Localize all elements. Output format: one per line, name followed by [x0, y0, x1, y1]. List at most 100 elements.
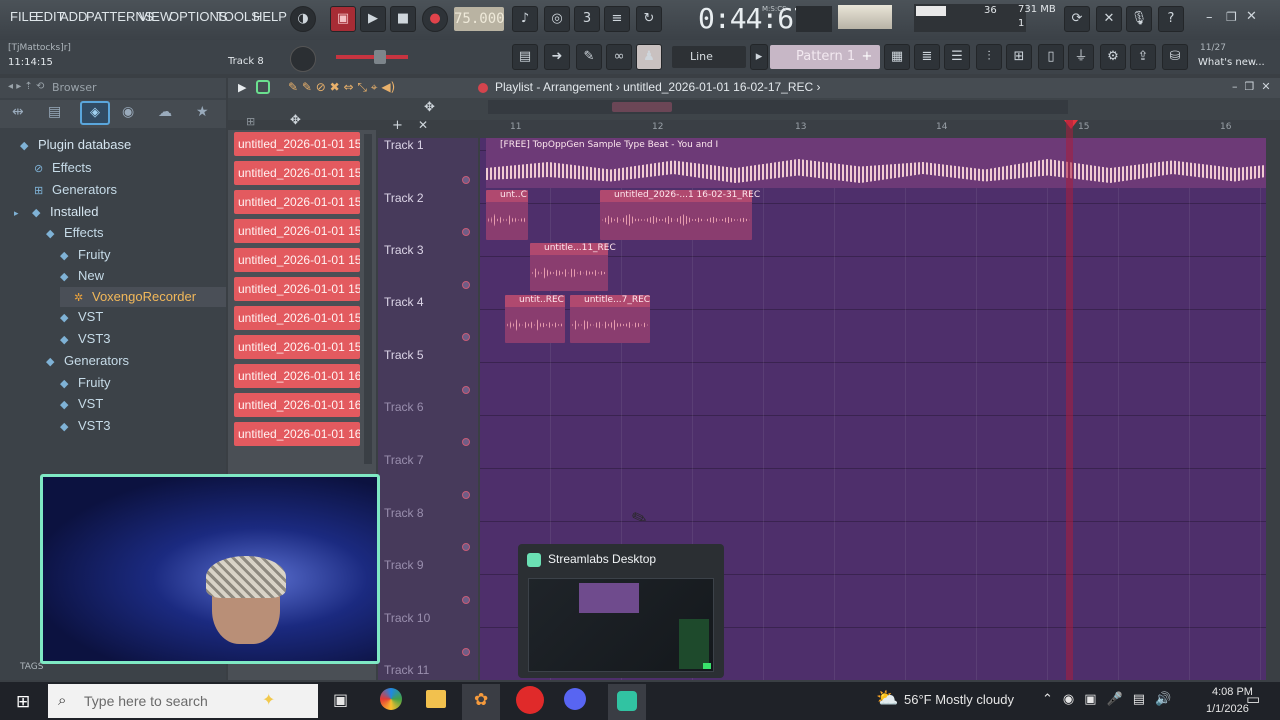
plugin-db-icon[interactable]: ◈: [80, 101, 110, 125]
picker-clip[interactable]: untitled_2026-01-01 15-: [234, 248, 360, 272]
track-mute-led[interactable]: [462, 438, 470, 446]
restore-icon[interactable]: ❐: [1226, 10, 1237, 24]
files-icon[interactable]: ▤: [48, 104, 61, 120]
picker-clip[interactable]: untitled_2026-01-01 15-: [234, 335, 360, 359]
track-mute-led[interactable]: [462, 386, 470, 394]
track-mute-led[interactable]: [462, 228, 470, 236]
stamp-icon[interactable]: ♟: [636, 44, 662, 70]
playlist-window-icon[interactable]: ▤: [512, 44, 538, 70]
stop-icon[interactable]: ■: [390, 6, 416, 32]
picker-clip[interactable]: untitled_2026-01-01 16-: [234, 364, 360, 388]
task-view-icon[interactable]: ▣: [333, 690, 348, 709]
audio-clip[interactable]: untitle...11_REC: [530, 243, 616, 291]
pattern-arrow-icon[interactable]: ▸: [750, 44, 768, 70]
tree-generators[interactable]: ⊞ Generators: [34, 182, 117, 197]
help-icon[interactable]: ?: [1158, 6, 1184, 32]
fl-studio-taskbar-button[interactable]: ✿: [462, 684, 500, 720]
browser-nav-icon[interactable]: ◂ ▸ ⇡ ⟲: [8, 81, 44, 92]
tree-effects-fruity[interactable]: ◆ Fruity: [60, 247, 111, 262]
star-icon[interactable]: ★: [196, 104, 209, 120]
track-mute-led[interactable]: [462, 648, 470, 656]
metronome-icon[interactable]: ♪: [512, 6, 538, 32]
plug-icon[interactable]: ⏚: [1068, 44, 1094, 70]
picker-clip[interactable]: untitled_2026-01-01 15-: [234, 306, 360, 330]
picker-clip[interactable]: untitled_2026-01-01 15-: [234, 132, 360, 156]
menu-view[interactable]: VIEW: [139, 9, 172, 24]
windows-start-icon[interactable]: ⊞: [16, 692, 30, 712]
panic-icon[interactable]: ⟳: [1064, 6, 1090, 32]
picker-scrollbar[interactable]: [364, 134, 372, 464]
tree-installed[interactable]: ▸ ◆ Installed: [14, 204, 98, 219]
tools-icon[interactable]: ✕: [1096, 6, 1122, 32]
track-label[interactable]: Track 5: [384, 348, 424, 362]
copilot-icon[interactable]: ✦: [262, 690, 275, 709]
zoom-arrows-icon[interactable]: ✥: [424, 100, 435, 115]
tree-effects-new[interactable]: ◆ New: [60, 268, 104, 283]
audio-clip[interactable]: untitled_2026-...1 16-02-31_REC: [600, 190, 760, 240]
minimize-icon[interactable]: –: [1206, 10, 1213, 25]
record-icon[interactable]: ●: [422, 6, 448, 32]
channel-rack-icon[interactable]: ☰: [944, 44, 970, 70]
picker-list-icon[interactable]: ⊞: [246, 115, 255, 128]
track-label[interactable]: Track 7: [384, 453, 424, 467]
tempo-tapper-icon[interactable]: ⚙: [1100, 44, 1126, 70]
track-label[interactable]: Track 2: [384, 191, 424, 205]
tree-generators-vst3[interactable]: ◆ VST3: [60, 418, 111, 433]
sounds-icon[interactable]: ◉: [122, 104, 134, 120]
horizontal-scrollbar[interactable]: [488, 100, 1068, 114]
snap-select[interactable]: Line: [672, 46, 746, 68]
step-edit-icon[interactable]: ≡: [604, 6, 630, 32]
discord-icon[interactable]: [564, 688, 586, 710]
picker-clip[interactable]: untitled_2026-01-01 16-: [234, 422, 360, 446]
tree-plugin-database[interactable]: ◆ Plugin database: [20, 137, 131, 152]
clock-date[interactable]: 1/1/2026: [1206, 703, 1249, 715]
tree-generators-vst[interactable]: ◆ VST: [60, 396, 103, 411]
picker-clip[interactable]: untitled_2026-01-01 15-: [234, 190, 360, 214]
track-mute-led[interactable]: [462, 281, 470, 289]
remove-icon[interactable]: ✕: [418, 118, 428, 132]
streamlabs-taskbar-button[interactable]: [608, 684, 646, 720]
track-mute-led[interactable]: [462, 491, 470, 499]
playlist-icon[interactable]: ▦: [884, 44, 910, 70]
tags-label[interactable]: TAGS: [20, 662, 43, 672]
close-icon[interactable]: ✕: [1246, 9, 1257, 24]
playhead[interactable]: [1066, 120, 1073, 680]
store-icon[interactable]: ⛁: [1162, 44, 1188, 70]
menu-file[interactable]: FILE: [10, 9, 37, 24]
playlist-menu-arrow-icon[interactable]: ▶: [238, 81, 246, 94]
play-icon[interactable]: ▶: [360, 6, 386, 32]
mixer-icon[interactable]: ⫶: [976, 44, 1002, 70]
arrow-right-icon[interactable]: ➜: [544, 44, 570, 70]
collapse-icon[interactable]: ⇹: [12, 104, 24, 120]
audio-clip[interactable]: untitle...7_REC: [570, 295, 650, 343]
arrows-icon[interactable]: ✥: [290, 113, 301, 128]
pat-song-toggle-icon[interactable]: ◑: [290, 6, 316, 32]
song-time[interactable]: 0:44:67: [698, 2, 810, 35]
slider-handle[interactable]: [374, 50, 386, 64]
picker-clip[interactable]: untitled_2026-01-01 16-: [234, 393, 360, 417]
draw-tools-icon[interactable]: ✎ ✎ ⊘ ✖ ⇔ ⤡ ⌖ ◀): [288, 80, 395, 95]
record-app-icon[interactable]: [516, 686, 544, 714]
tree-installed-generators[interactable]: ◆ Generators: [46, 353, 129, 368]
audio-clip[interactable]: untit..REC: [505, 295, 565, 343]
popup-thumbnail[interactable]: [528, 578, 714, 672]
piano-roll-icon[interactable]: ≣: [914, 44, 940, 70]
picker-clip[interactable]: untitled_2026-01-01 15-: [234, 161, 360, 185]
tree-voxengo-recorder[interactable]: ✲ VoxengoRecorder: [74, 289, 196, 304]
tree-generators-fruity[interactable]: ◆ Fruity: [60, 375, 111, 390]
master-pitch-slider[interactable]: [336, 55, 408, 59]
tree-effects-vst3[interactable]: ◆ VST3: [60, 331, 111, 346]
track-label[interactable]: Track 10: [384, 611, 430, 625]
browser-icon[interactable]: ⊞: [1006, 44, 1032, 70]
tree-effects[interactable]: ⊘ Effects: [34, 160, 92, 175]
loop-record-icon[interactable]: ↻: [636, 6, 662, 32]
pat-mode-button[interactable]: ▣: [330, 6, 356, 32]
track-mute-led[interactable]: [462, 333, 470, 341]
file-explorer-icon[interactable]: [426, 690, 446, 708]
share-icon[interactable]: ⇪: [1130, 44, 1156, 70]
track-label[interactable]: Track 9: [384, 558, 424, 572]
tree-effects-vst[interactable]: ◆ VST: [60, 309, 103, 324]
weather-text[interactable]: 56°F Mostly cloudy: [904, 692, 1014, 707]
timeline-ruler[interactable]: [480, 120, 1270, 138]
audio-clip[interactable]: unt..C: [486, 190, 528, 240]
